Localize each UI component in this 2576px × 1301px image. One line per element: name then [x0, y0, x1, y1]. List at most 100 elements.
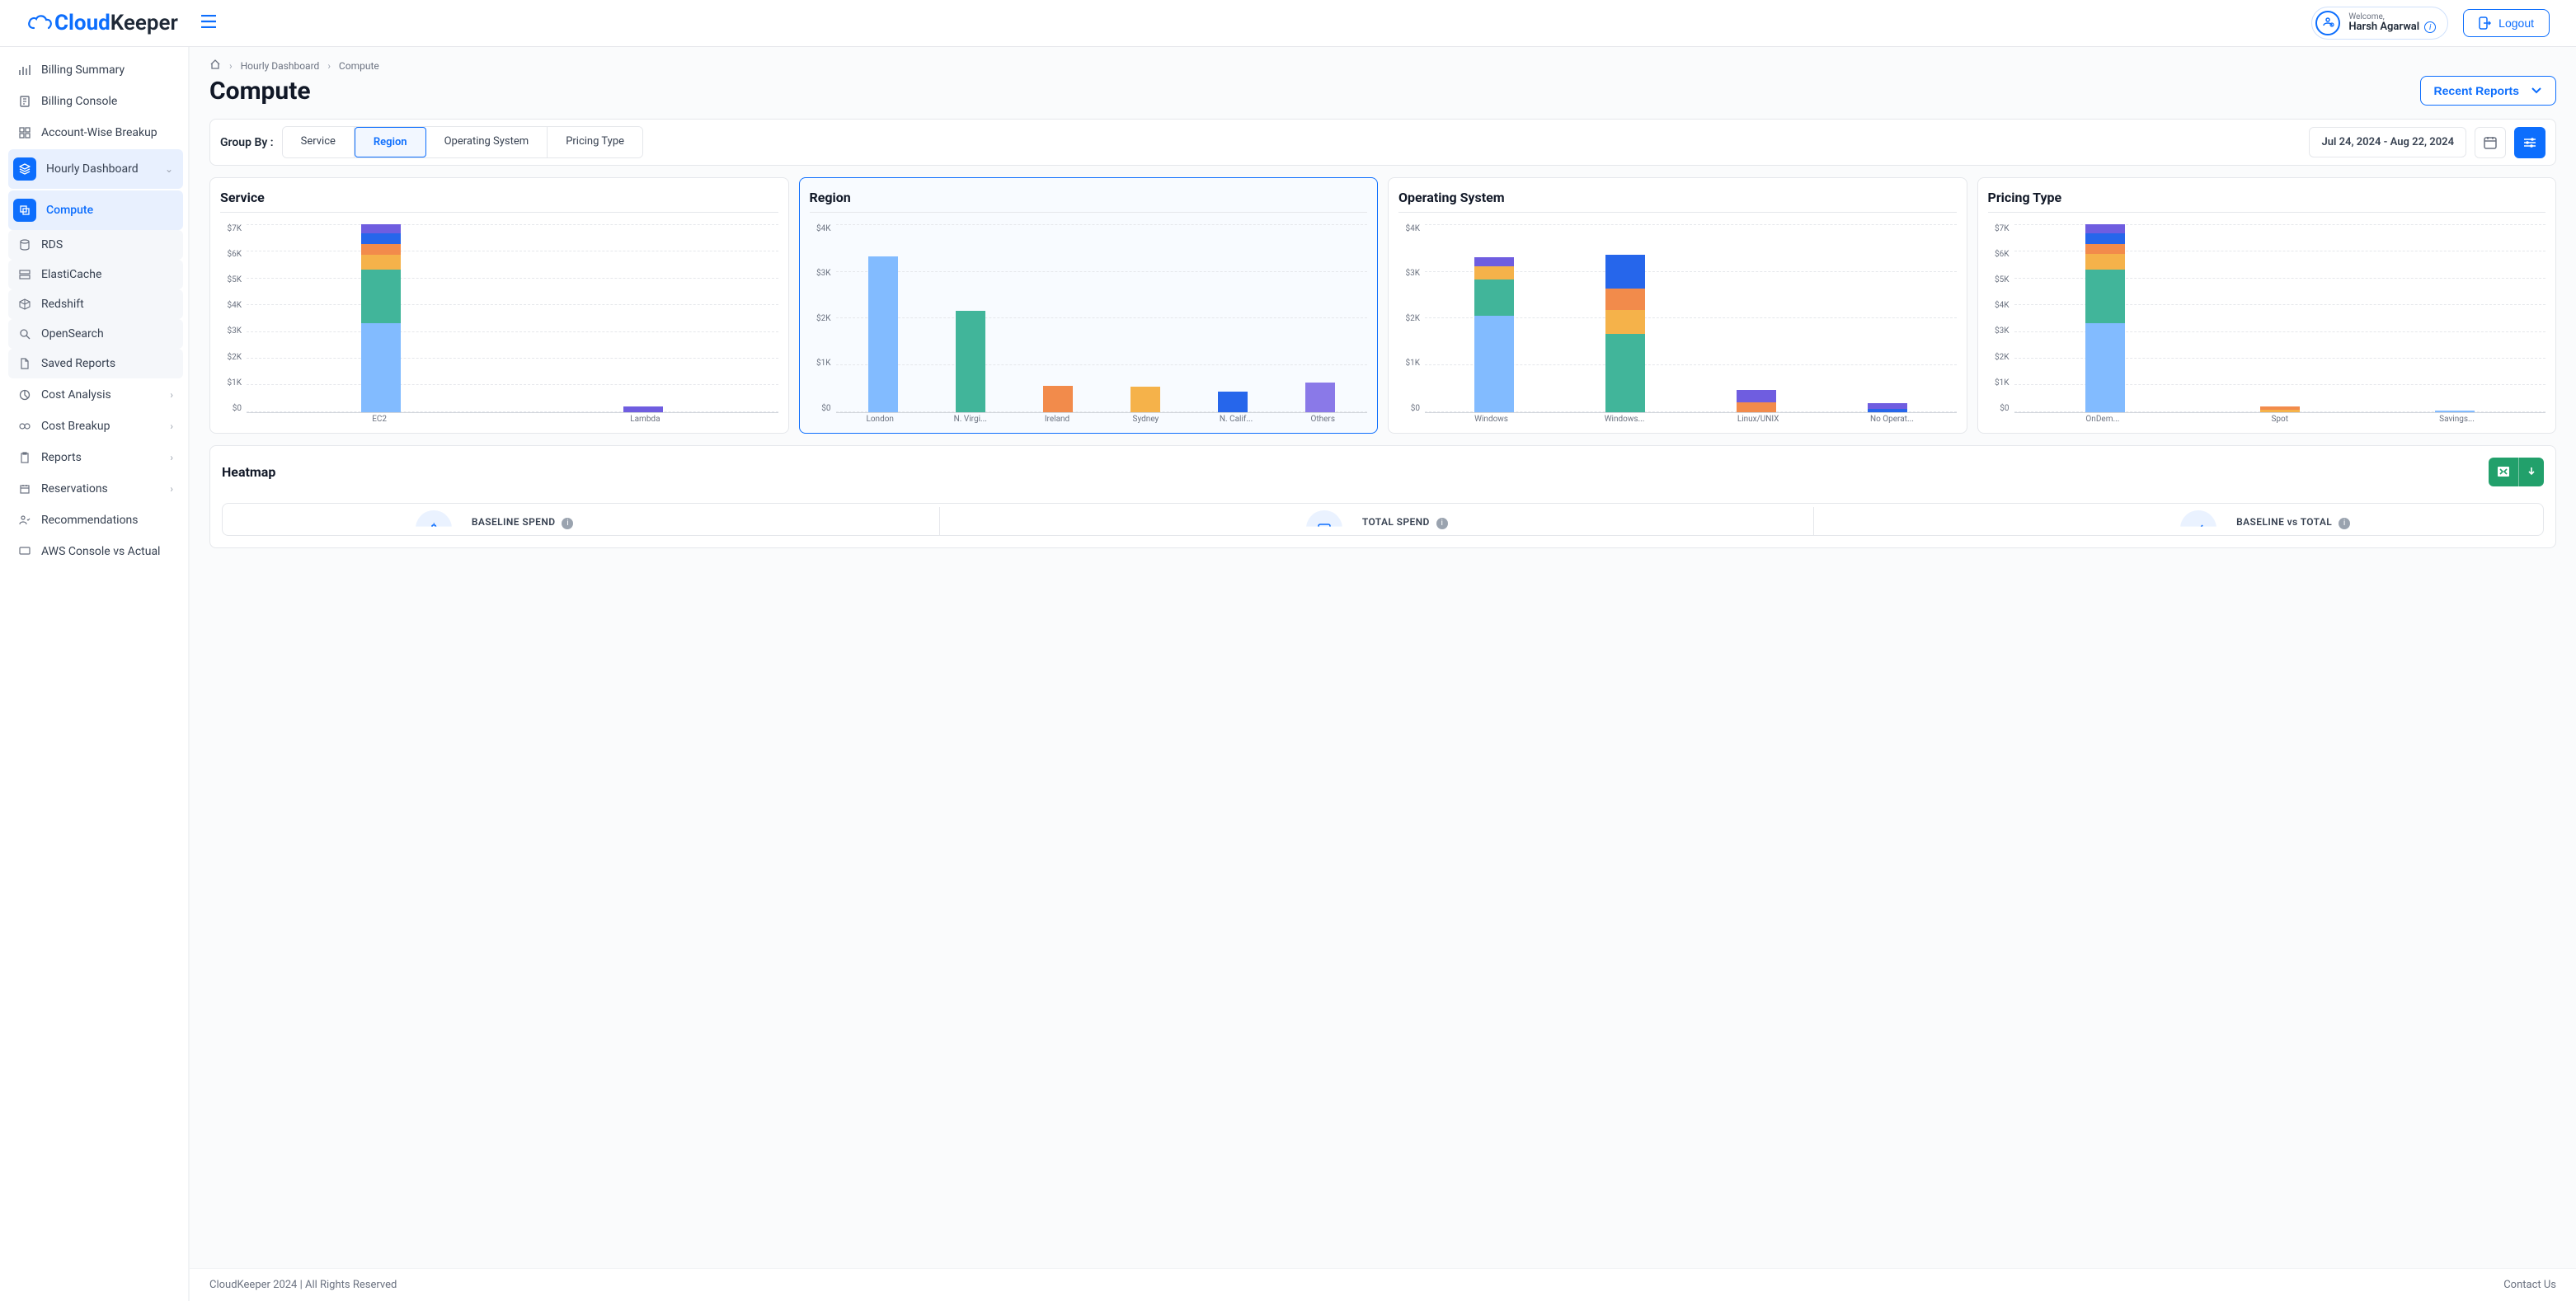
sidebar-subitem-compute[interactable]: Compute — [8, 190, 183, 230]
search-icon — [18, 327, 31, 341]
metric-baseline-spend-label: BASELINE SPEND — [472, 516, 556, 528]
group-by-label: Group By : — [220, 136, 274, 149]
chart-title: Region — [810, 190, 1368, 213]
sliders-icon — [2522, 135, 2537, 150]
user-check-icon — [18, 514, 31, 527]
chart-card-region[interactable]: Region$4K$3K$2K$1K$0LondonN. Virgi...Ire… — [799, 177, 1379, 434]
grid-icon — [18, 126, 31, 139]
info-icon[interactable]: i — [1436, 518, 1448, 529]
menu-toggle-button[interactable] — [201, 15, 216, 31]
heatmap-card: Heatmap $ — [209, 445, 2556, 548]
chart-bar — [1868, 403, 1907, 412]
logo-text-1: Cloud — [54, 11, 110, 35]
chart-bar — [623, 406, 663, 411]
logout-button[interactable]: Logout — [2463, 9, 2550, 37]
chart-title: Service — [220, 190, 778, 213]
group-by-option-os[interactable]: Operating System — [426, 127, 548, 157]
avatar-icon — [2315, 11, 2340, 35]
breadcrumb-level-1[interactable]: Hourly Dashboard — [241, 60, 320, 72]
sidebar-item-reservations[interactable]: Reservations › — [8, 474, 183, 504]
chart-bar — [956, 311, 985, 412]
layers-icon — [13, 157, 36, 181]
cube-icon — [18, 298, 31, 311]
breadcrumb: › Hourly Dashboard › Compute — [209, 59, 2556, 73]
chart-card-operating-system[interactable]: Operating System$4K$3K$2K$1K$0WindowsWin… — [1388, 177, 1967, 434]
breadcrumb-level-2[interactable]: Compute — [339, 60, 379, 72]
sidebar-item-hourly-dashboard[interactable]: Hourly Dashboard ⌄ — [8, 149, 183, 189]
user-menu[interactable]: Welcome, Harsh Agarwal i — [2311, 7, 2448, 40]
sidebar-subitem-redshift[interactable]: Redshift — [8, 289, 183, 319]
chart-bar — [1131, 387, 1160, 412]
user-name: Harsh Agarwal — [2348, 21, 2419, 33]
cloud-icon — [26, 13, 54, 33]
app-logo[interactable]: CloudKeeper — [26, 11, 178, 35]
sidebar-item-recommendations[interactable]: Recommendations — [8, 505, 183, 535]
info-icon[interactable]: i — [2339, 518, 2350, 529]
bar-chart-icon — [18, 63, 31, 77]
charts-grid: Service$7K$6K$5K$4K$3K$2K$1K$0EC2LambdaR… — [209, 177, 2556, 434]
file-icon — [18, 357, 31, 370]
dollar-icon: $ — [416, 510, 452, 547]
export-excel-button[interactable] — [2489, 458, 2544, 486]
pie-chart-icon — [18, 388, 31, 402]
chart-card-service[interactable]: Service$7K$6K$5K$4K$3K$2K$1K$0EC2Lambda — [209, 177, 789, 434]
sidebar-subitem-elasticache[interactable]: ElastiCache — [8, 260, 183, 289]
chart-bar — [1305, 383, 1335, 412]
chevron-right-icon: › — [170, 483, 173, 495]
page-title: Compute — [209, 77, 311, 106]
date-range-picker[interactable]: Jul 24, 2024 - Aug 22, 2024 — [2309, 127, 2466, 157]
chart-bar — [361, 224, 401, 412]
chart-bar — [1218, 392, 1248, 412]
chart-card-pricing-type[interactable]: Pricing Type$7K$6K$5K$4K$3K$2K$1K$0OnDem… — [1977, 177, 2557, 434]
calendar-icon — [18, 482, 31, 496]
compare-icon — [2180, 510, 2216, 547]
chart-bar — [1043, 386, 1073, 412]
sidebar-item-billing-console[interactable]: Billing Console — [8, 87, 183, 116]
sidebar: Billing Summary Billing Console Account-… — [0, 47, 190, 1301]
recent-reports-button[interactable]: Recent Reports — [2420, 76, 2556, 106]
download-icon — [2518, 458, 2544, 486]
contact-us-link[interactable]: Contact Us — [2503, 1279, 2556, 1291]
chart-bar — [1474, 257, 1514, 412]
monitor-icon — [18, 545, 31, 558]
calendar-button[interactable] — [2475, 127, 2506, 158]
heatmap-title: Heatmap — [222, 464, 275, 480]
chart-bar — [1605, 255, 1645, 412]
sidebar-subitem-rds[interactable]: RDS — [8, 230, 183, 260]
group-by-option-region[interactable]: Region — [355, 127, 426, 157]
sidebar-item-account-breakup[interactable]: Account-Wise Breakup — [8, 118, 183, 148]
document-icon — [18, 95, 31, 108]
group-by-option-service[interactable]: Service — [283, 127, 355, 157]
excel-icon — [2489, 458, 2518, 485]
sidebar-item-aws-console-vs-actual[interactable]: AWS Console vs Actual — [8, 537, 183, 566]
chevron-down-icon: ⌄ — [165, 163, 173, 175]
chevron-down-icon — [2531, 87, 2542, 95]
chevron-right-icon: › — [170, 452, 173, 463]
info-icon[interactable]: i — [562, 518, 573, 529]
copy-icon — [13, 199, 36, 222]
sidebar-item-billing-summary[interactable]: Billing Summary — [8, 55, 183, 85]
sidebar-item-reports[interactable]: Reports › — [8, 443, 183, 472]
chevron-right-icon: › — [170, 420, 173, 432]
chart-bar — [2085, 224, 2125, 412]
chart-title: Pricing Type — [1988, 190, 2546, 213]
money-icon — [18, 420, 31, 433]
home-icon[interactable] — [209, 59, 221, 73]
filter-button[interactable] — [2514, 127, 2545, 158]
copyright-text: CloudKeeper 2024 | All Rights Reserved — [209, 1279, 397, 1291]
sidebar-item-cost-breakup[interactable]: Cost Breakup › — [8, 411, 183, 441]
chart-title: Operating System — [1398, 190, 1957, 213]
svg-text:$: $ — [430, 522, 437, 536]
wallet-icon — [1306, 510, 1342, 547]
group-by-option-pricing[interactable]: Pricing Type — [548, 127, 642, 157]
user-info-icon[interactable]: i — [2424, 21, 2436, 33]
sidebar-item-cost-analysis[interactable]: Cost Analysis › — [8, 380, 183, 410]
sidebar-subitem-saved-reports[interactable]: Saved Reports — [8, 349, 183, 378]
logout-icon — [2479, 16, 2492, 30]
clipboard-icon — [18, 451, 31, 464]
chart-bar — [868, 256, 898, 412]
chevron-right-icon: › — [170, 389, 173, 401]
database-icon — [18, 238, 31, 251]
sidebar-subitem-opensearch[interactable]: OpenSearch — [8, 319, 183, 349]
group-by-segmented: Service Region Operating System Pricing … — [282, 126, 643, 158]
